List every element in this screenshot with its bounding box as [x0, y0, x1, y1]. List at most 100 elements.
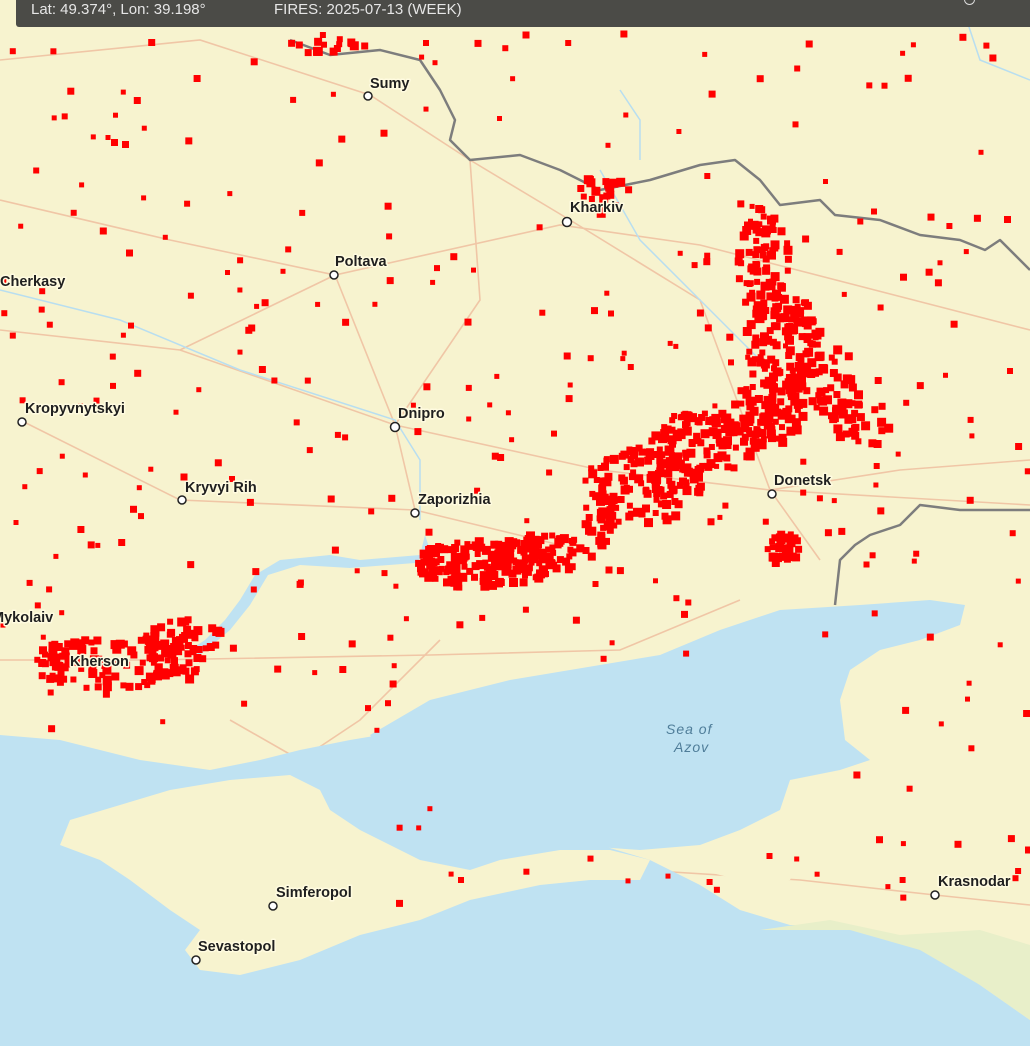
fire-cluster-icon: [885, 884, 891, 890]
fire-cluster-icon: [248, 324, 256, 332]
location-icon[interactable]: [964, 0, 975, 5]
fire-cluster-icon: [706, 879, 713, 885]
fire-cluster-icon: [26, 579, 33, 586]
fire-cluster-icon: [419, 54, 425, 60]
fire-cluster-icon: [593, 477, 600, 483]
fire-cluster-icon: [79, 182, 85, 188]
fire-cluster-icon: [606, 526, 614, 534]
fire-cluster-icon: [185, 674, 195, 684]
fire-cluster-icon: [815, 351, 825, 361]
fire-cluster-icon: [510, 76, 516, 82]
fire-cluster-icon: [384, 202, 392, 210]
fire-cluster-icon: [522, 31, 530, 39]
fire-cluster-icon: [583, 175, 593, 185]
fire-cluster-icon: [64, 640, 72, 648]
city-label-kryvyi-rih: Kryvyi Rih: [185, 480, 257, 496]
fire-cluster-icon: [626, 502, 633, 509]
fire-cluster-icon: [605, 566, 613, 574]
city-label-krasnodar: Krasnodar: [938, 874, 1011, 890]
fire-cluster-icon: [835, 432, 845, 442]
fire-cluster-icon: [866, 82, 873, 89]
fire-cluster-icon: [141, 125, 147, 131]
fire-cluster-icon: [739, 231, 749, 241]
fire-cluster-icon: [871, 610, 878, 617]
fire-cluster-icon: [551, 430, 557, 437]
coordinate-readout: Lat: 49.374°, Lon: 39.198°: [31, 1, 206, 18]
fire-cluster-icon: [795, 308, 804, 318]
fire-cluster-icon: [653, 496, 660, 503]
fire-cluster-icon: [749, 370, 757, 378]
fire-cluster-icon: [215, 627, 225, 637]
fire-cluster-icon: [1012, 875, 1019, 882]
fire-cluster-icon: [471, 562, 480, 571]
fire-cluster-icon: [683, 419, 691, 427]
fire-cluster-icon: [1024, 468, 1030, 475]
fire-cluster-icon: [185, 137, 193, 145]
fire-cluster-icon: [798, 398, 808, 408]
fire-cluster-icon: [900, 273, 907, 281]
fire-cluster-icon: [59, 652, 67, 660]
fire-cluster-icon: [120, 332, 126, 338]
fire-cluster-icon: [773, 435, 779, 442]
fire-cluster-icon: [568, 563, 576, 571]
fire-cluster-icon: [723, 422, 730, 429]
fire-cluster-icon: [334, 431, 341, 438]
fire-cluster-icon: [963, 249, 969, 255]
fire-cluster-icon: [726, 333, 734, 341]
fire-cluster-icon: [150, 625, 160, 635]
fire-cluster-icon: [771, 534, 779, 542]
fire-cluster-icon: [565, 395, 573, 403]
fire-cluster-icon: [425, 528, 433, 536]
fire-cluster-icon: [120, 682, 127, 689]
fire-cluster-icon: [833, 391, 841, 398]
fire-cluster-icon: [758, 206, 766, 214]
fire-cluster-icon: [877, 507, 885, 515]
fire-cluster-icon: [774, 554, 782, 563]
fire-cluster-icon: [199, 655, 207, 663]
fire-cluster-icon: [906, 785, 913, 792]
fire-cluster-icon: [600, 524, 607, 531]
fire-map[interactable]: Sumy Kharkiv Poltava Cherkasy Kropyvnyts…: [0, 0, 1030, 1046]
fire-cluster-icon: [297, 579, 304, 586]
fire-cluster-icon: [385, 700, 391, 707]
fire-cluster-icon: [36, 468, 43, 475]
fire-cluster-icon: [524, 518, 530, 524]
fire-cluster-icon: [225, 270, 230, 275]
fire-cluster-icon: [22, 484, 28, 490]
fire-cluster-icon: [465, 384, 472, 391]
fire-cluster-icon: [966, 496, 974, 504]
fire-cluster-icon: [657, 433, 664, 440]
fire-cluster-icon: [642, 504, 650, 513]
fire-cluster-icon: [583, 504, 590, 511]
fire-cluster-icon: [9, 332, 16, 339]
fire-cluster-icon: [762, 255, 770, 263]
fire-cluster-icon: [365, 705, 371, 712]
fire-cluster-icon: [983, 42, 990, 49]
fire-cluster-icon: [387, 634, 394, 641]
fire-cluster-icon: [916, 382, 924, 390]
fire-cluster-icon: [651, 451, 659, 458]
fire-cluster-icon: [51, 115, 57, 121]
fire-cluster-icon: [458, 877, 464, 883]
fire-cluster-icon: [511, 557, 518, 564]
fire-cluster-icon: [70, 676, 77, 683]
fire-cluster-icon: [681, 610, 688, 618]
fire-cluster-icon: [528, 559, 535, 566]
fire-cluster-icon: [704, 324, 712, 332]
fire-cluster-icon: [665, 873, 671, 879]
fire-cluster-icon: [572, 616, 580, 624]
fire-cluster-icon: [731, 400, 740, 409]
fire-cluster-icon: [77, 639, 86, 648]
fire-cluster-icon: [798, 411, 808, 421]
fire-cluster-icon: [448, 871, 454, 877]
fire-cluster-icon: [18, 223, 24, 229]
fire-cluster-icon: [758, 429, 766, 437]
fire-cluster-icon: [702, 51, 708, 57]
fire-cluster-icon: [50, 48, 57, 55]
fire-cluster-icon: [966, 680, 972, 686]
fire-cluster-icon: [519, 578, 528, 587]
fire-cluster-icon: [83, 684, 90, 691]
fire-cluster-icon: [700, 429, 710, 439]
fire-cluster-icon: [778, 283, 786, 290]
city-label-mykolaiv: Mykolaiv: [0, 610, 53, 626]
